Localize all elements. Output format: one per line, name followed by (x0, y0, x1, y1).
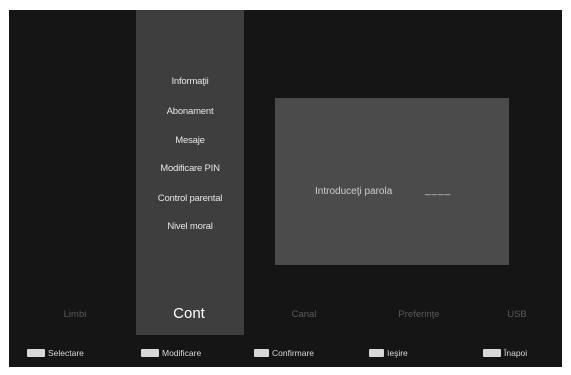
hint-confirm-label: Confirmare (272, 348, 315, 358)
pin-input[interactable]: ____ (425, 185, 451, 196)
hint-modify-label: Modificare (162, 348, 202, 358)
tab-usb[interactable]: USB (497, 307, 537, 323)
hint-select-label: Selectare (48, 348, 84, 358)
up-down-keys-icon (27, 349, 45, 357)
menu-item-messages[interactable]: Mesaje (136, 135, 244, 146)
tab-account[interactable]: Cont (159, 303, 219, 325)
key-hints-bar: Selectare Modificare Confirmare Ieşire Î… (9, 335, 562, 367)
menu-item-information[interactable]: Informaţii (136, 76, 244, 87)
tab-channel[interactable]: Canal (279, 307, 329, 323)
pin-entry-dialog: Introduceţi parola ____ (275, 98, 509, 265)
password-prompt: Introduceţi parola (315, 186, 393, 197)
tab-preferences[interactable]: Preferinţe (389, 307, 449, 323)
hint-confirm: Confirmare (254, 347, 314, 359)
tv-settings-screen: Informaţii Abonament Mesaje Modificare P… (9, 10, 562, 367)
hint-back-label: Înapoi (504, 348, 528, 358)
left-right-keys-icon (141, 349, 159, 357)
menu-item-subscription[interactable]: Abonament (136, 106, 244, 117)
exit-key-icon (369, 349, 384, 357)
menu-item-moral-level[interactable]: Nivel moral (136, 221, 244, 232)
hint-exit: Ieşire (369, 347, 408, 359)
ok-key-icon (254, 349, 269, 357)
hint-select: Selectare (27, 347, 84, 359)
back-key-icon (483, 349, 501, 357)
menu-item-change-pin[interactable]: Modificare PIN (136, 163, 244, 174)
tab-languages[interactable]: Limbi (50, 307, 100, 323)
account-menu-column: Informaţii Abonament Mesaje Modificare P… (136, 10, 244, 335)
menu-item-parental-control[interactable]: Control parental (136, 193, 244, 204)
hint-exit-label: Ieşire (387, 348, 408, 358)
hint-back: Înapoi (483, 347, 527, 359)
hint-modify: Modificare (141, 347, 201, 359)
